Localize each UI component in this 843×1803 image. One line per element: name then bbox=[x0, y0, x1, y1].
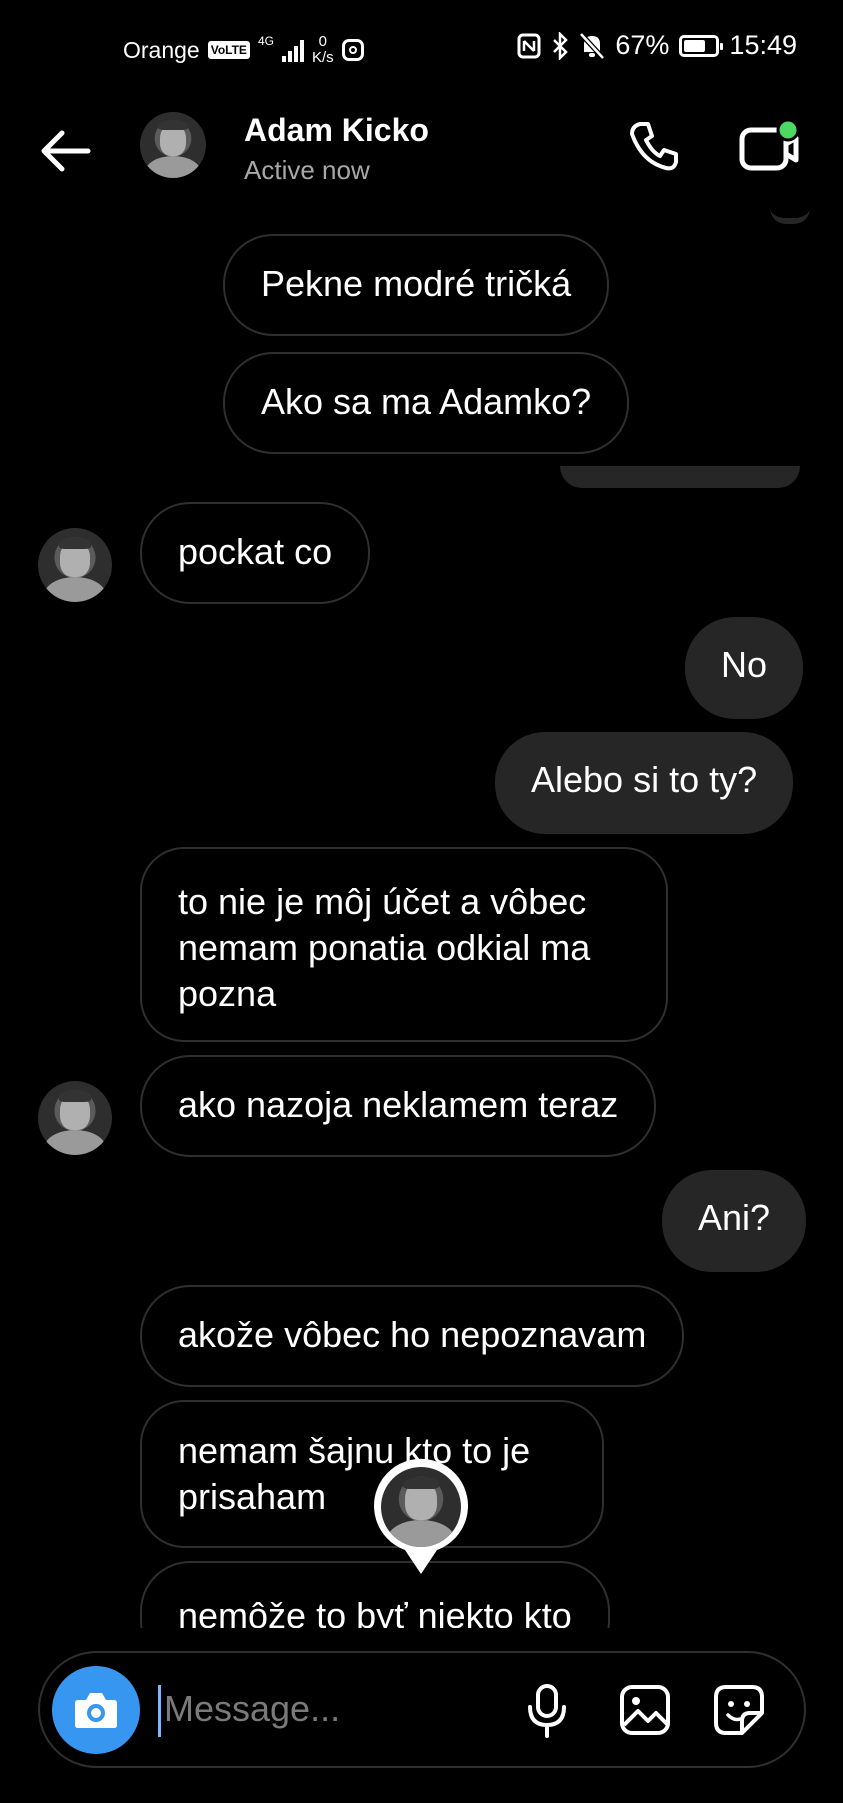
message-text: pockat co bbox=[178, 531, 333, 572]
message-bubble-sent[interactable]: Alebo si to ty? bbox=[495, 732, 794, 834]
seen-avatar bbox=[381, 1467, 461, 1547]
battery-percent: 67% bbox=[615, 30, 670, 60]
contact-name[interactable]: Adam Kicko bbox=[244, 112, 429, 149]
net-speed-value: 0 bbox=[318, 33, 327, 50]
message-bubble[interactable]: to nie je môj účet a vôbec nemam ponatia… bbox=[140, 847, 668, 1042]
signal-icon bbox=[281, 38, 304, 62]
network-type: 4G bbox=[257, 34, 274, 48]
video-call-icon[interactable] bbox=[738, 118, 800, 174]
instagram-icon bbox=[341, 39, 364, 61]
message-bubble[interactable]: akože vôbec ho nepoznavam bbox=[140, 1285, 685, 1387]
message-bubble[interactable]: ako nazoja neklamem teraz bbox=[140, 1055, 657, 1157]
message-text: No bbox=[721, 644, 768, 685]
mute-bell-icon bbox=[579, 31, 606, 60]
message-bubble-sent[interactable]: No bbox=[685, 617, 804, 719]
nfc-icon bbox=[517, 33, 541, 58]
microphone-icon[interactable] bbox=[524, 1683, 570, 1739]
chat-header: Adam Kicko Active now bbox=[0, 100, 843, 210]
net-speed: 0 K/s bbox=[312, 34, 334, 66]
message-bubble[interactable]: Ako sa ma Adamko? bbox=[223, 352, 630, 454]
contact-status: Active now bbox=[244, 155, 370, 185]
volte-badge: VoLTE bbox=[207, 41, 250, 59]
bluetooth-icon bbox=[553, 31, 569, 60]
message-text: ako nazoja neklamem teraz bbox=[178, 1084, 619, 1125]
status-left: Orange VoLTE 4G 0 K/s bbox=[123, 34, 364, 66]
seen-avatar-marker bbox=[372, 1458, 470, 1576]
sender-avatar[interactable] bbox=[38, 528, 112, 602]
status-bar: Orange VoLTE 4G 0 K/s 67% 15:49 bbox=[0, 0, 843, 100]
carrier-name: Orange bbox=[123, 36, 200, 63]
clock: 15:49 bbox=[729, 30, 797, 60]
gallery-icon[interactable] bbox=[618, 1683, 672, 1737]
partial-bubble bbox=[770, 208, 810, 224]
message-text: Pekne modré tričká bbox=[261, 263, 572, 304]
sender-avatar[interactable] bbox=[38, 1081, 112, 1155]
message-text: to nie je môj účet a vôbec nemam ponatia… bbox=[178, 881, 591, 1014]
message-text: Ako sa ma Adamko? bbox=[261, 381, 592, 422]
camera-button[interactable] bbox=[52, 1666, 140, 1754]
sticker-icon[interactable] bbox=[712, 1683, 766, 1737]
message-text: Alebo si to ty? bbox=[531, 759, 758, 800]
message-text: akože vôbec ho nepoznavam bbox=[178, 1314, 647, 1355]
text-cursor bbox=[158, 1685, 161, 1737]
phone-icon[interactable] bbox=[626, 118, 682, 174]
message-text: nemam šajnu kto to je prisaham bbox=[178, 1430, 531, 1517]
message-composer bbox=[38, 1651, 806, 1768]
back-arrow-icon[interactable] bbox=[36, 126, 96, 176]
message-text: Ani? bbox=[698, 1197, 771, 1238]
partial-bubble bbox=[560, 466, 800, 488]
battery-icon bbox=[679, 34, 724, 57]
message-bubble[interactable]: Pekne modré tričká bbox=[223, 234, 610, 336]
status-right: 67% 15:49 bbox=[517, 30, 797, 61]
message-bubble-sent[interactable]: Ani? bbox=[662, 1170, 807, 1272]
net-speed-unit: K/s bbox=[311, 49, 334, 66]
message-bubble[interactable]: pockat co bbox=[140, 502, 371, 604]
contact-avatar[interactable] bbox=[140, 112, 206, 178]
camera-icon bbox=[75, 1693, 117, 1728]
message-input[interactable] bbox=[158, 1681, 464, 1737]
